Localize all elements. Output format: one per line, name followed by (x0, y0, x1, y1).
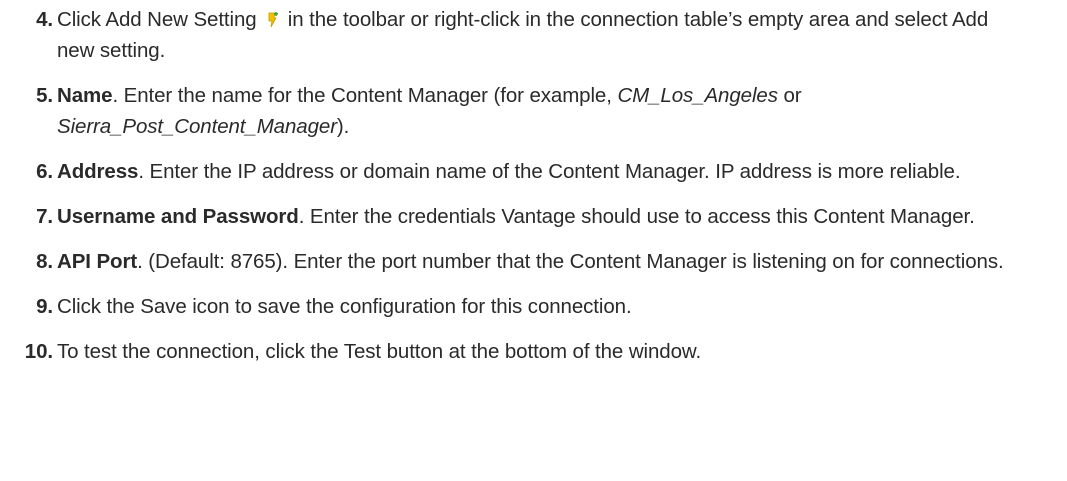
step-term: Address (57, 160, 139, 183)
step-number: 8. (36, 250, 53, 273)
step-text: . Enter the name for the Content Manager… (112, 84, 618, 107)
step-number: 9. (36, 295, 53, 318)
step-10: 10. To test the connection, click the Te… (0, 336, 1067, 367)
step-4: 4. Click Add New Setting in the toolbar … (0, 4, 1067, 66)
step-joiner: or (777, 84, 802, 107)
step-7: 7. Username and Password. Enter the cred… (0, 201, 1067, 232)
step-6: 6. Address. Enter the IP address or doma… (0, 156, 1067, 187)
step-number: 10. (24, 340, 53, 363)
step-number: 6. (36, 160, 53, 183)
step-number: 5. (36, 84, 53, 107)
step-text-end: ). (336, 115, 350, 138)
step-text: . Enter the IP address or domain name of… (138, 160, 961, 183)
step-number: 4. (36, 8, 53, 31)
step-text: . (Default: 8765). Enter the port number… (137, 250, 1004, 273)
step-5: 5. Name. Enter the name for the Content … (0, 80, 1067, 142)
step-text: . Enter the credentials Vantage should u… (298, 205, 975, 228)
step-term: Name (57, 84, 113, 107)
step-9: 9. Click the Save icon to save the confi… (0, 291, 1067, 322)
procedure-steps: 4. Click Add New Setting in the toolbar … (0, 4, 1067, 381)
example-name-2: Sierra_Post_Content_Manager (57, 115, 337, 138)
step-term: API Port (57, 250, 138, 273)
step-8: 8. API Port. (Default: 8765). Enter the … (0, 246, 1067, 277)
step-text: Click Add New Setting (57, 8, 257, 31)
add-new-setting-icon (265, 6, 279, 28)
example-name-1: CM_Los_Angeles (617, 84, 778, 107)
step-text: To test the connection, click the Test b… (57, 340, 702, 363)
step-number: 7. (36, 205, 53, 228)
step-text: Click the Save icon to save the configur… (57, 295, 632, 318)
step-term: Username and Password (57, 205, 299, 228)
